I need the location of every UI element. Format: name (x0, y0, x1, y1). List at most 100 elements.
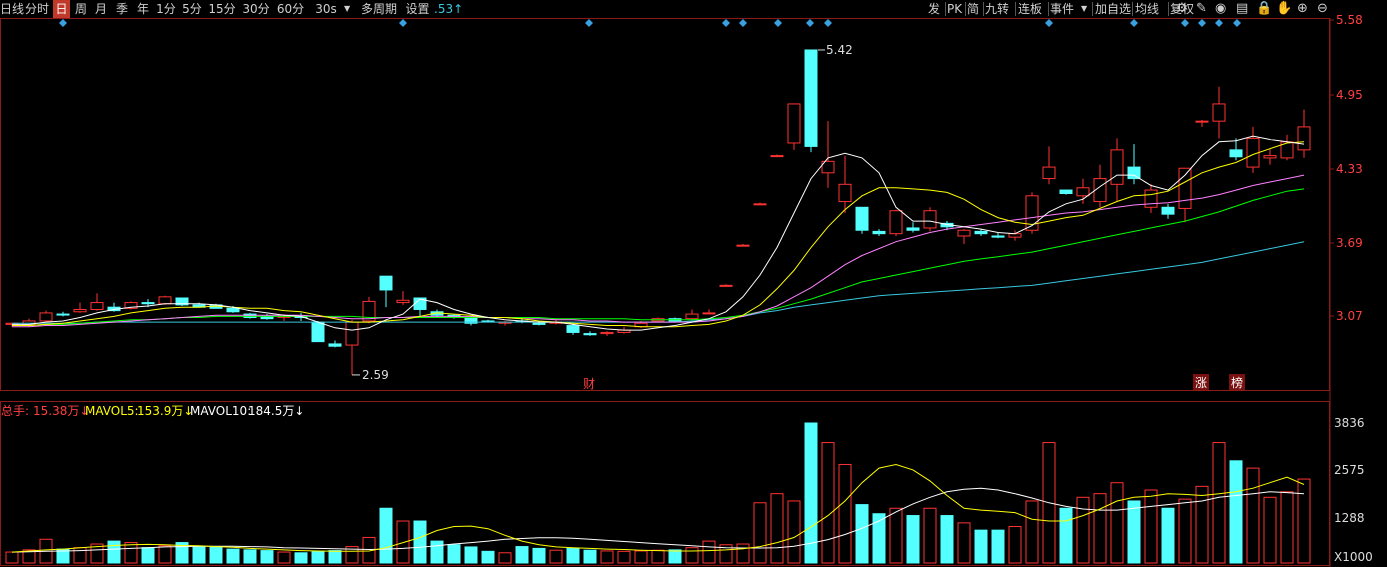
candle[interactable] (906, 222, 920, 233)
candle[interactable] (1178, 167, 1192, 223)
candle[interactable] (804, 49, 818, 153)
candle[interactable] (583, 331, 597, 336)
event-marker-icon[interactable] (824, 19, 832, 27)
candle[interactable] (753, 202, 767, 206)
candle-body (141, 302, 155, 305)
kline-chart[interactable]: 5.58 4.95 4.33 3.69 3.07 3836 2575 1288 X1000 5.4… (0, 0, 1387, 567)
volume-bar (1025, 500, 1039, 564)
candle[interactable] (770, 154, 784, 158)
volume-bar (940, 515, 954, 564)
event-marker-icon[interactable] (774, 19, 782, 27)
candle[interactable] (1144, 184, 1158, 214)
volume-bar (498, 552, 512, 564)
volume-bar (906, 515, 920, 564)
candle[interactable] (73, 302, 87, 313)
event-marker-icon[interactable] (739, 19, 747, 27)
candle[interactable] (243, 312, 257, 319)
volume-bar (770, 493, 784, 564)
volume-bar (260, 550, 274, 564)
candle[interactable] (175, 297, 189, 307)
candle[interactable] (362, 296, 376, 324)
candle[interactable] (345, 319, 359, 375)
candle[interactable] (991, 232, 1005, 239)
candle[interactable] (1212, 86, 1226, 139)
candle[interactable] (294, 312, 308, 321)
event-marker-icon[interactable] (585, 19, 593, 27)
event-marker-icon[interactable] (1130, 19, 1138, 27)
volume-bar (1229, 460, 1243, 564)
volume-bar (600, 550, 614, 564)
candle[interactable] (923, 207, 937, 232)
event-marker-icon[interactable] (722, 19, 730, 27)
candle-body (787, 103, 801, 144)
price-pane[interactable] (0, 18, 1330, 391)
candle-body (1059, 189, 1073, 194)
event-marker-icon[interactable] (1233, 19, 1241, 27)
candle[interactable] (56, 311, 70, 317)
candle[interactable] (379, 275, 393, 308)
event-marker-icon[interactable] (806, 19, 814, 27)
volume-bar (481, 550, 495, 564)
candle-body (770, 155, 784, 158)
volume-bar (1059, 507, 1073, 564)
event-marker-icon[interactable] (1045, 19, 1053, 27)
candle[interactable] (1127, 144, 1141, 185)
candle[interactable] (1229, 138, 1243, 161)
volume-bar (753, 502, 767, 564)
finance-tag: 财 (583, 377, 595, 391)
candle[interactable] (1161, 203, 1175, 219)
candle-body (702, 312, 716, 315)
candle[interactable] (872, 229, 886, 236)
candle[interactable] (1059, 189, 1073, 195)
volume-bar (1127, 500, 1141, 564)
candle[interactable] (889, 209, 903, 236)
volume-bar (1161, 507, 1175, 564)
candle[interactable] (1280, 134, 1294, 161)
candle-body (345, 321, 359, 346)
mavol10-label: MAVOL10: (190, 404, 251, 418)
candle[interactable] (328, 340, 342, 348)
candle[interactable] (787, 103, 801, 150)
candle-body (974, 230, 988, 235)
price-axis-label: 5.58 (1336, 13, 1363, 27)
candle[interactable] (1246, 126, 1260, 173)
candle[interactable] (1263, 148, 1277, 165)
volume-bar (277, 551, 291, 564)
candle[interactable] (957, 229, 971, 245)
candle[interactable] (702, 309, 716, 315)
candle[interactable] (311, 320, 325, 343)
volume-bar (243, 549, 257, 564)
candle[interactable] (855, 206, 869, 234)
candle-body (1008, 233, 1022, 238)
event-marker-icon[interactable] (59, 19, 67, 27)
volume-bar (821, 442, 835, 564)
candle[interactable] (736, 244, 750, 247)
candle[interactable] (838, 155, 852, 214)
candle[interactable] (821, 121, 835, 188)
candle-body (566, 325, 580, 333)
volume-axis-label: 1288 (1334, 511, 1365, 525)
mavol10-value: 184.5万↓ (248, 404, 304, 418)
event-marker-icon[interactable] (1181, 19, 1189, 27)
candle[interactable] (1042, 146, 1056, 185)
event-marker-icon[interactable] (1215, 19, 1223, 27)
candle[interactable] (600, 331, 614, 336)
candle[interactable] (685, 309, 699, 320)
candle[interactable] (1297, 109, 1311, 158)
event-marker-icon[interactable] (1198, 19, 1206, 27)
candle[interactable] (1195, 120, 1209, 127)
candle-body (1297, 126, 1311, 151)
event-marker-icon[interactable] (399, 19, 407, 27)
volume-bar (957, 522, 971, 564)
candle[interactable] (532, 322, 546, 326)
candle-body (838, 183, 852, 203)
candle[interactable] (39, 310, 53, 323)
candle-body (957, 229, 971, 237)
candle[interactable] (90, 293, 104, 311)
candle[interactable] (1110, 138, 1124, 202)
volume-bar (328, 550, 342, 564)
candle[interactable] (413, 297, 427, 318)
candle-body (855, 206, 869, 231)
candle[interactable] (396, 291, 410, 305)
candle[interactable] (719, 284, 733, 287)
